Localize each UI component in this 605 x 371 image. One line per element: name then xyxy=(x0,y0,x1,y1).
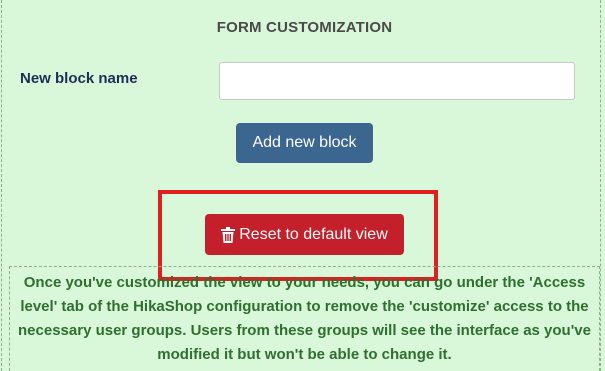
new-block-name-label: New block name xyxy=(20,70,138,87)
form-customization-panel: FORM CUSTOMIZATION New block name Add ne… xyxy=(1,0,601,371)
info-message: Once you've customized the view to your … xyxy=(9,266,600,371)
reset-button-label: Reset to default view xyxy=(239,225,388,243)
trash-icon xyxy=(221,226,236,243)
reset-to-default-view-button[interactable]: Reset to default view xyxy=(205,214,404,255)
new-block-name-input[interactable] xyxy=(219,62,575,100)
add-new-block-button[interactable]: Add new block xyxy=(236,123,373,163)
page-title: FORM CUSTOMIZATION xyxy=(216,19,393,36)
